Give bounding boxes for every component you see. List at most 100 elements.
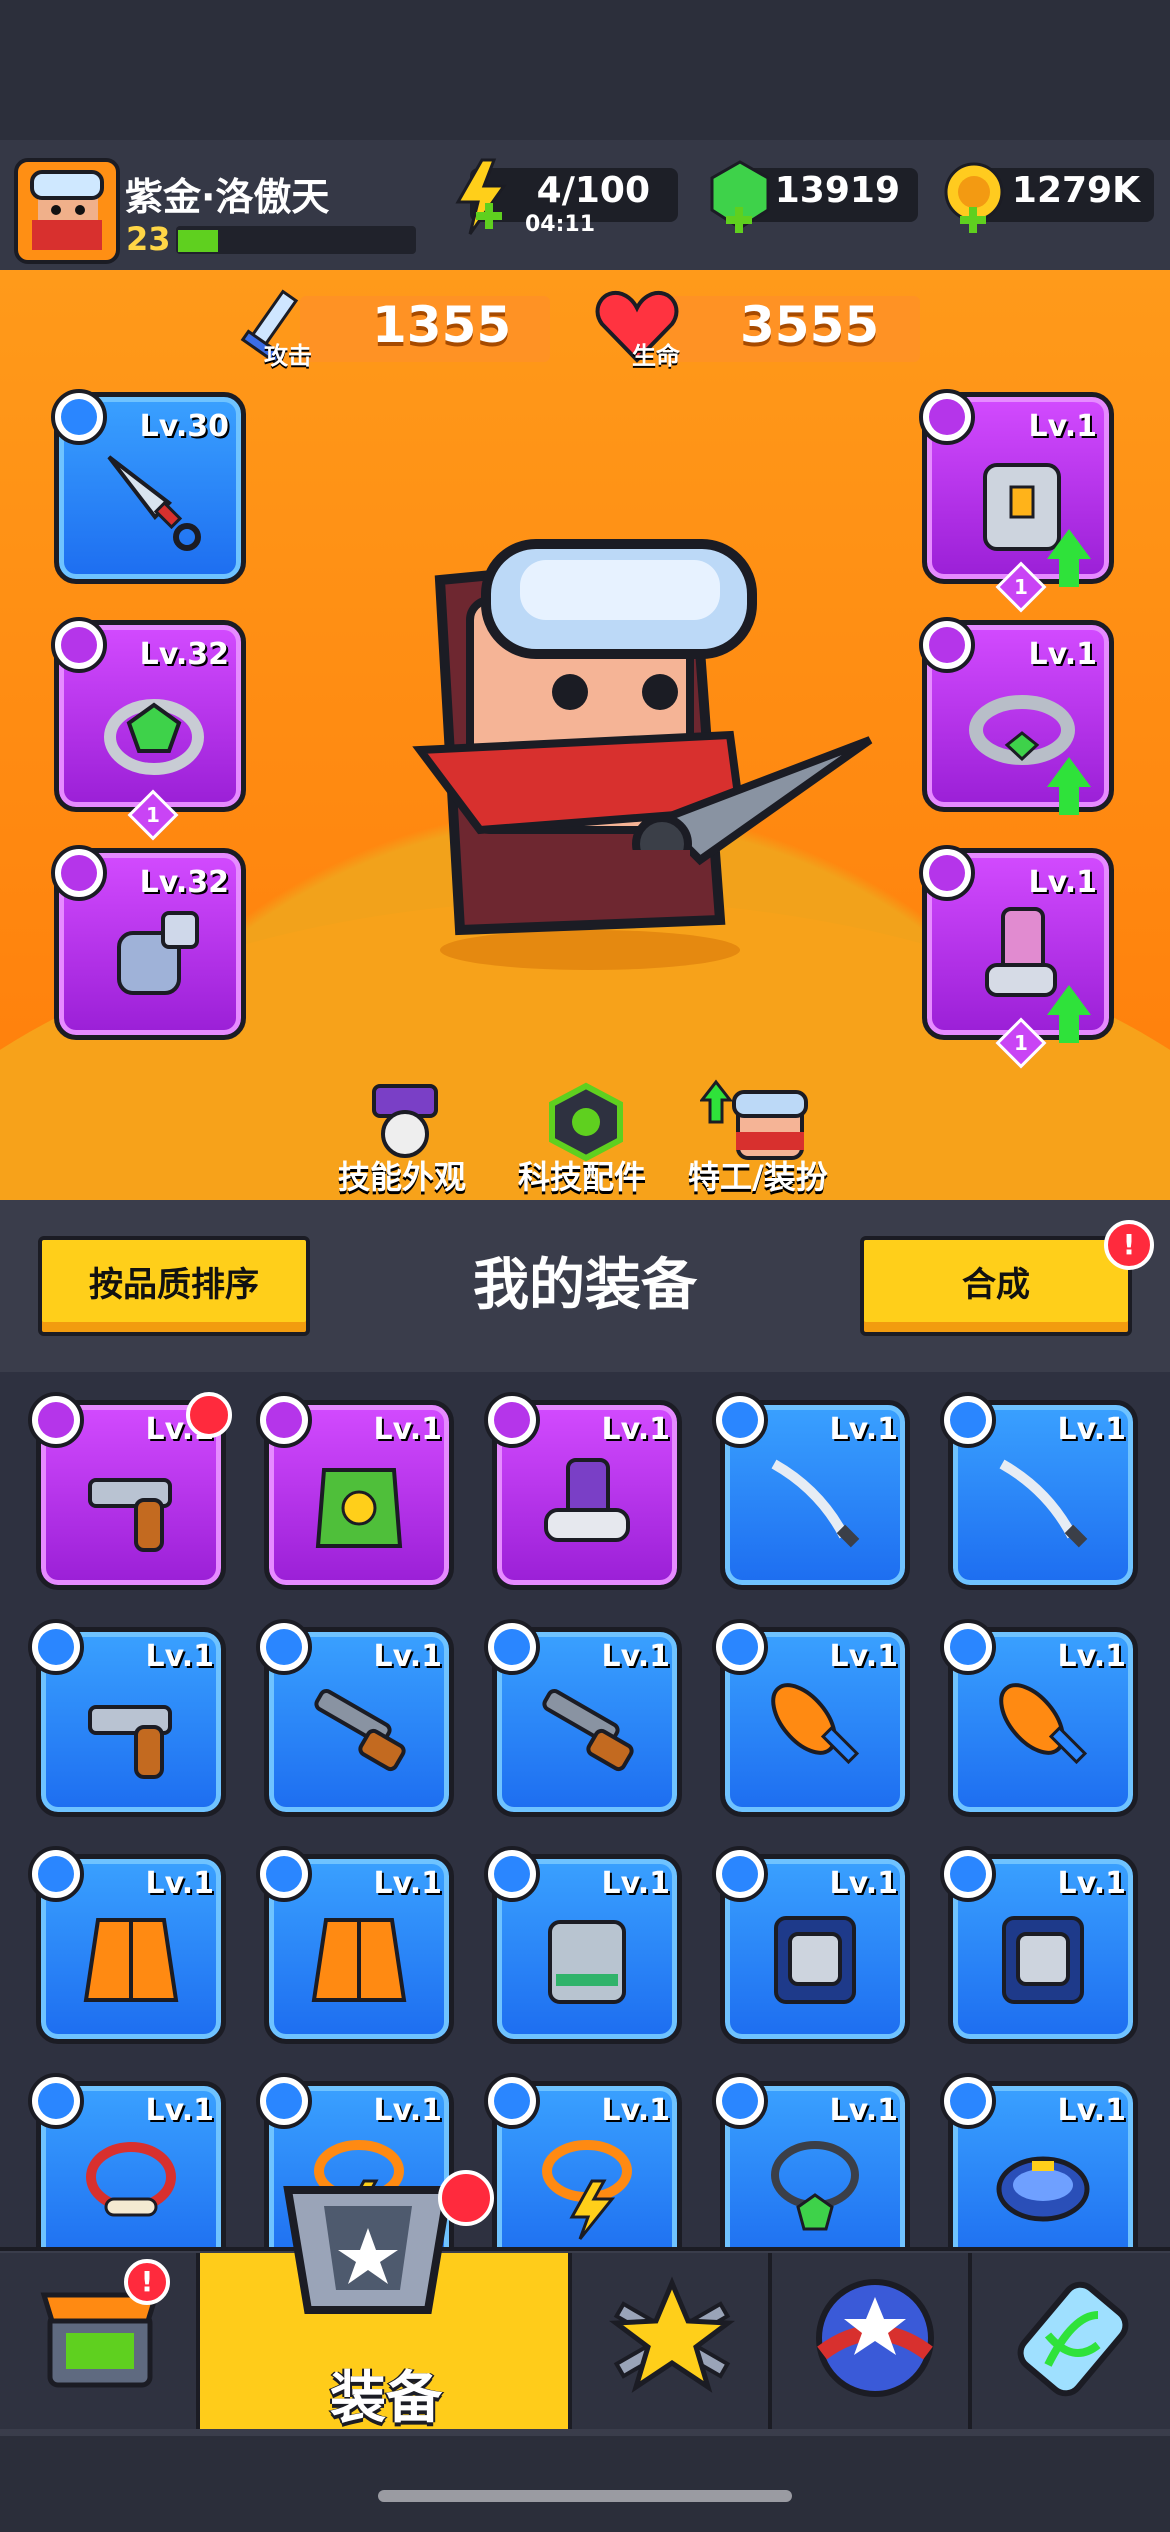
weapon-badge-icon (484, 1619, 540, 1675)
player-avatar[interactable] (14, 158, 120, 264)
inventory-item[interactable]: Lv.1 (712, 1619, 910, 1817)
equipped-slot-ring[interactable]: Lv.32 1 (51, 617, 246, 841)
equipped-slot-armor[interactable]: Lv.1 1 (919, 389, 1114, 613)
item-frame: Lv.1 (484, 1392, 682, 1590)
inventory-item[interactable]: Lv.1 (28, 1846, 226, 2044)
gems-value: 13919 (774, 170, 900, 211)
inventory-item[interactable]: Lv.1 (28, 1392, 232, 1590)
armor-badge-icon (28, 1846, 84, 1902)
equipped-slot-boots[interactable]: Lv.1 1 (919, 845, 1114, 1069)
inventory-item[interactable]: Lv.1 (712, 2073, 910, 2247)
inventory-item[interactable]: Lv.1 (484, 2073, 682, 2247)
revolver-icon (88, 1478, 172, 1552)
boots-badge-icon (919, 845, 975, 901)
item-level: Lv.1 (1057, 1412, 1127, 1447)
attack-label: 攻击 (264, 342, 312, 370)
shotgun-icon (314, 1689, 406, 1772)
energy-bolt-icon (455, 158, 507, 235)
attack-value: 1355 (372, 296, 512, 354)
bone-necklace-icon (86, 2142, 176, 2217)
equipment-tab-label: 装备 (330, 2366, 442, 2431)
inventory-item[interactable]: Lv.1 (256, 1846, 454, 2044)
sneaker-icon (544, 1458, 630, 1542)
inventory-grid: Lv.1 Lv.1 Lv.1 Lv.1 Lv.1 Lv.1 Lv.1 Lv.1 Lv.1 Lv.1… (0, 1372, 1170, 2247)
item-level: Lv.1 (1057, 1866, 1127, 1901)
inventory-item[interactable]: Lv.1 (28, 1619, 226, 1817)
shop-tab[interactable]: ! (0, 2253, 200, 2429)
dna-tab[interactable] (972, 2253, 1170, 2429)
item-frame: Lv.1 (28, 2073, 226, 2247)
weapon-badge-icon (256, 1619, 312, 1675)
weapon-badge-icon (940, 1619, 996, 1675)
revolver-icon (88, 1705, 172, 1779)
armor-badge-icon (484, 1846, 540, 1902)
xp-bar-fill (178, 230, 218, 252)
player-level: 23 (126, 220, 171, 258)
shotgun-icon (542, 1689, 634, 1772)
inventory-item[interactable]: Lv.1 (28, 2073, 226, 2247)
inventory-item[interactable]: Lv.1 (940, 1846, 1138, 2044)
weapon-badge-icon (712, 1392, 768, 1448)
tab-agent-outfit[interactable]: 特工/装扮 (688, 1152, 828, 1198)
slot-level: Lv.1 (1028, 637, 1098, 672)
inventory-item[interactable]: Lv.1 (484, 1619, 682, 1817)
inventory-item[interactable]: Lv.1 (256, 1619, 454, 1817)
item-frame: Lv.1 (28, 1846, 226, 2044)
inventory-item[interactable]: Lv.1 (940, 2073, 1138, 2247)
equipped-slot-weapon[interactable]: Lv.30 (51, 389, 246, 584)
ring-badge-icon (256, 2073, 312, 2129)
equipped-slot-belt[interactable]: Lv.1 (919, 617, 1114, 815)
katana-icon (771, 1459, 860, 1548)
ring-icon (104, 699, 204, 775)
hero-character[interactable] (400, 520, 880, 980)
merge-button[interactable]: 合成 (860, 1236, 1132, 1336)
talent-tab[interactable] (772, 2253, 972, 2429)
inventory-item[interactable]: Lv.1 (484, 1392, 682, 1590)
gem-necklace-icon (771, 2141, 859, 2231)
new-item-badge (186, 1392, 232, 1438)
weapon-badge-icon (940, 1392, 996, 1448)
item-level: Lv.1 (601, 1639, 671, 1674)
weapon-badge-icon (28, 1619, 84, 1675)
item-level: Lv.1 (373, 1412, 443, 1447)
inventory-item[interactable]: Lv.1 (712, 1846, 910, 2044)
jacket-icon (83, 1918, 179, 2002)
tab-skills-skin[interactable]: 技能外观 (338, 1152, 466, 1198)
agent-icon (700, 1079, 808, 1160)
chest-armor-icon (548, 1920, 626, 2004)
energy-value: 4/100 (536, 170, 650, 211)
item-level: Lv.1 (829, 1866, 899, 1901)
battle-tab[interactable] (572, 2253, 772, 2429)
item-level: Lv.1 (829, 2093, 899, 2128)
merge-alert-badge: ! (1104, 1220, 1154, 1270)
inventory-item[interactable]: Lv.1 (712, 1392, 910, 1590)
energy-timer: 04:11 (525, 212, 596, 237)
item-level: Lv.1 (145, 1866, 215, 1901)
glove-icon (117, 911, 199, 995)
item-level: Lv.1 (373, 2093, 443, 2128)
kunai-icon (107, 455, 201, 551)
tab-tech-parts[interactable]: 科技配件 (518, 1152, 646, 1198)
item-level: Lv.1 (829, 1412, 899, 1447)
upgrade-arrow-stem (1059, 557, 1079, 587)
glove-badge-icon (51, 845, 107, 901)
katana-icon (999, 1459, 1088, 1548)
coins-value: 1279K (1011, 170, 1140, 211)
inventory-item[interactable]: Lv.1 (256, 1392, 454, 1590)
equipped-slot-glove[interactable]: Lv.32 (51, 845, 246, 1040)
inventory-item[interactable]: Lv.1 (484, 1846, 682, 2044)
weapon-badge-icon (28, 1392, 84, 1448)
ring-badge-icon (28, 2073, 84, 2129)
inventory-item[interactable]: Lv.1 (940, 1392, 1138, 1590)
item-level: Lv.1 (1057, 1639, 1127, 1674)
item-level: Lv.1 (1057, 2093, 1127, 2128)
slot-level: Lv.30 (139, 409, 229, 444)
green-gem-icon (710, 160, 770, 233)
inventory-item[interactable]: Lv.1 (940, 1619, 1138, 1817)
item-frame: Lv.1 (712, 1619, 910, 1817)
upgrade-arrow-stem (1059, 785, 1079, 815)
item-level: Lv.1 (601, 1866, 671, 1901)
avatar-portrait-icon (30, 170, 104, 250)
item-frame: Lv.1 (484, 1846, 682, 2044)
upgrade-arrow-stem (1059, 1013, 1079, 1043)
